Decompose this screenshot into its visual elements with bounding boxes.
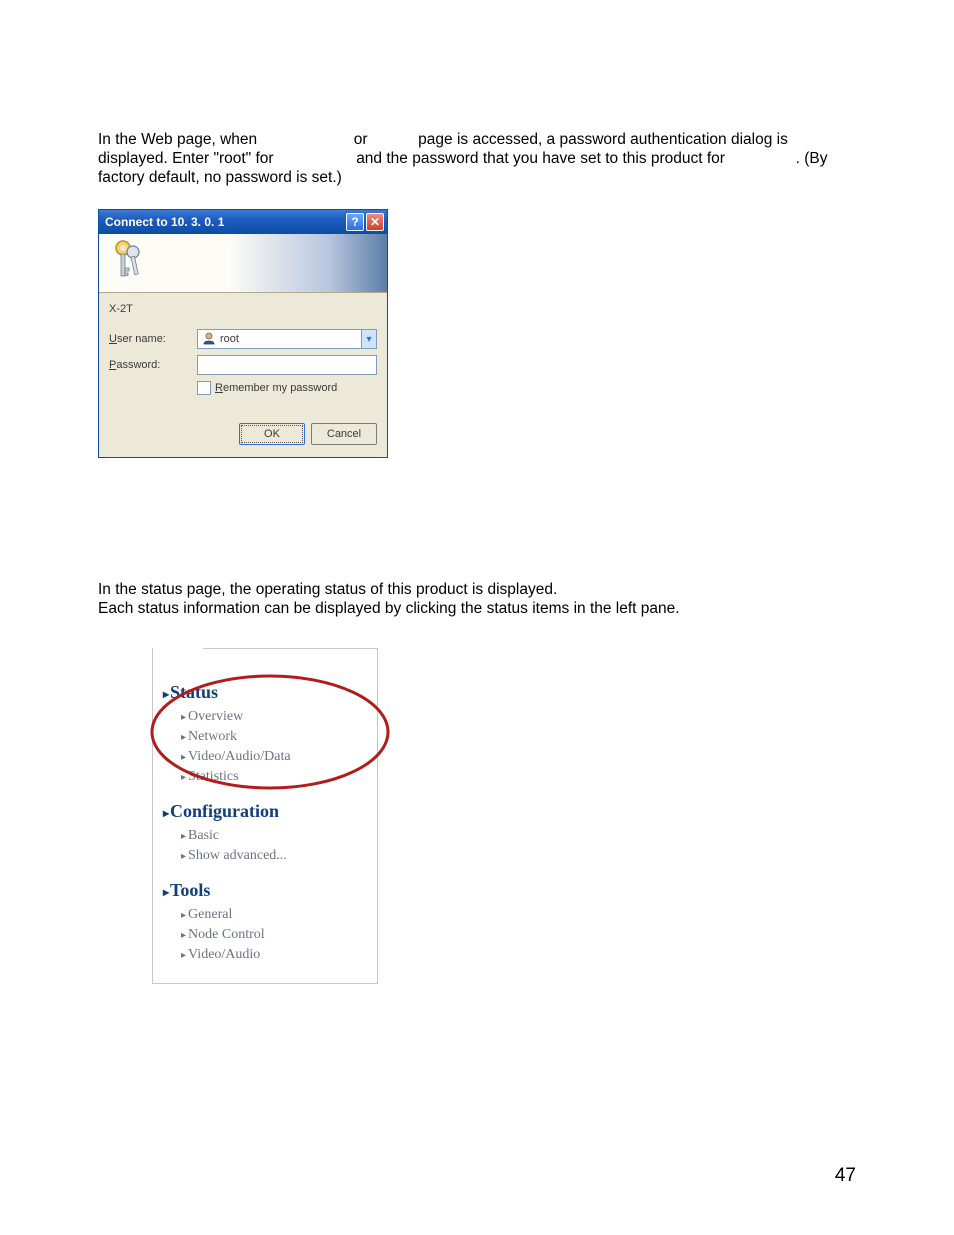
text: . (By xyxy=(796,150,828,167)
nav-item-statistics[interactable]: ▸Statistics xyxy=(163,767,367,787)
remember-checkbox[interactable] xyxy=(197,381,211,395)
ok-button[interactable]: OK xyxy=(239,423,305,445)
cancel-button[interactable]: Cancel xyxy=(311,423,377,445)
caret-right-icon: ▸ xyxy=(163,806,169,821)
caret-right-icon: ▸ xyxy=(163,885,169,900)
user-icon xyxy=(202,331,216,348)
auth-dialog: Connect to 10. 3. 0. 1 ? ✕ X-2T User nam… xyxy=(98,209,388,458)
text: In the Web page, when xyxy=(98,131,261,148)
text: Each status information can be displayed… xyxy=(98,600,680,617)
nav-item-basic[interactable]: ▸Basic xyxy=(163,826,367,846)
nav-item-video-audio-data[interactable]: ▸Video/Audio/Data xyxy=(163,747,367,767)
text: page is accessed, a password authenticat… xyxy=(418,131,788,148)
nav-item-overview[interactable]: ▸Overview xyxy=(163,707,367,727)
close-icon[interactable]: ✕ xyxy=(366,213,384,231)
dialog-title: Connect to 10. 3. 0. 1 xyxy=(105,215,224,229)
username-label: User name: xyxy=(109,333,197,345)
nav-item-general[interactable]: ▸General xyxy=(163,905,367,925)
text: or xyxy=(354,131,372,148)
text: factory default, no password is set.) xyxy=(98,169,342,186)
caret-right-icon: ▸ xyxy=(163,687,169,702)
password-label: Password: xyxy=(109,359,197,371)
page-number: 47 xyxy=(835,1165,856,1187)
dialog-title-bar: Connect to 10. 3. 0. 1 ? ✕ xyxy=(99,210,387,234)
nav-item-network[interactable]: ▸Network xyxy=(163,727,367,747)
nav-head-configuration[interactable]: ▸Configuration xyxy=(163,801,367,822)
nav-item-show-advanced[interactable]: ▸Show advanced... xyxy=(163,846,367,866)
text: and the password that you have set to th… xyxy=(356,150,729,167)
username-field[interactable]: root ▾ xyxy=(197,329,377,349)
nav-head-tools[interactable]: ▸Tools xyxy=(163,880,367,901)
remember-label: Remember my password xyxy=(215,382,337,394)
username-value: root xyxy=(220,333,361,345)
keys-icon xyxy=(109,238,147,282)
text: displayed. Enter "root" for xyxy=(98,150,278,167)
nav-panel: ▸Status ▸Overview ▸Network ▸Video/Audio/… xyxy=(152,648,378,984)
help-icon[interactable]: ? xyxy=(346,213,364,231)
dialog-banner xyxy=(99,234,387,293)
chevron-down-icon[interactable]: ▾ xyxy=(361,330,376,348)
nav-head-status[interactable]: ▸Status xyxy=(163,682,367,703)
nav-item-video-audio[interactable]: ▸Video/Audio xyxy=(163,945,367,965)
nav-item-node-control[interactable]: ▸Node Control xyxy=(163,925,367,945)
password-field[interactable] xyxy=(197,355,377,375)
text: In the status page, the operating status… xyxy=(98,581,557,598)
realm-label: X-2T xyxy=(109,303,377,315)
